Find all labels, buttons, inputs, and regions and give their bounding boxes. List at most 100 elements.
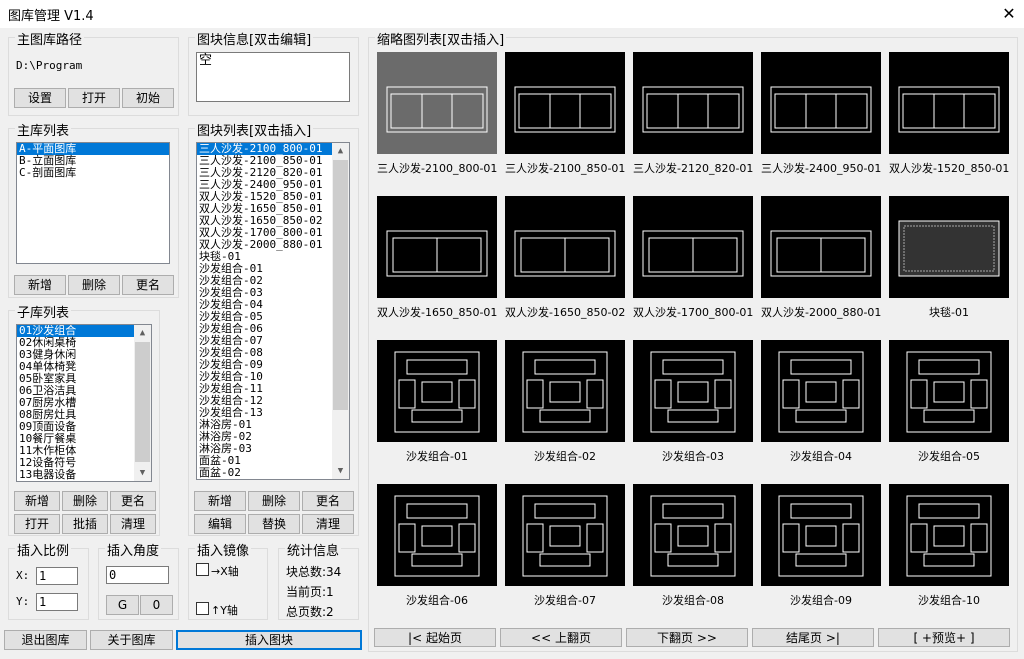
thumbnail-item[interactable]: 双人沙发-1650_850-02 [505,196,625,320]
thumbnail-item[interactable]: 沙发组合-10 [889,484,1009,608]
list-item[interactable]: 面盆-02 [197,467,349,479]
block-add-button[interactable]: 新增 [194,491,246,511]
stats-total-pages: 总页数:2 [286,605,334,619]
next-page-button[interactable]: 下翻页 >> [626,628,748,647]
stats-group: 统计信息 块总数:34 当前页:1 总页数:2 [278,540,359,620]
thumbnail-image[interactable] [633,196,753,298]
thumbnail-image[interactable] [505,52,625,154]
list-item[interactable]: C-剖面图库 [17,167,169,179]
thumbnail-image[interactable] [889,340,1009,442]
set-button[interactable]: 设置 [14,88,66,108]
thumbnail-group: 缩略图列表[双击插入] 三人沙发-2100_800-01 三人沙发-2100_85… [368,29,1018,652]
list-item[interactable]: 13电器设备 [17,469,151,481]
thumbnail-image[interactable] [633,484,753,586]
insert-mirror-group: 插入镜像 →X轴 ↑Y轴 [188,540,268,620]
block-replace-button[interactable]: 替换 [248,514,300,534]
mirror-y-checkbox[interactable] [196,602,209,615]
angle-zero-button[interactable]: 0 [140,595,173,615]
block-clean-button[interactable]: 清理 [302,514,354,534]
thumbnail-item[interactable]: 沙发组合-04 [761,340,881,464]
init-button[interactable]: 初始 [122,88,174,108]
thumbnail-item[interactable]: 沙发组合-05 [889,340,1009,464]
thumbnail-item[interactable]: 三人沙发-2400_950-01 [761,52,881,176]
thumbnail-item[interactable]: 沙发组合-09 [761,484,881,608]
close-icon[interactable]: ✕ [994,0,1024,28]
main-path-value: D:\Program [16,59,83,72]
thumbnail-item[interactable]: 双人沙发-2000_880-01 [761,196,881,320]
thumbnail-image[interactable] [761,52,881,154]
sub-lib-open-button[interactable]: 打开 [14,514,60,534]
insert-scale-group: 插入比例 X: 1 Y: 1 [8,540,89,620]
about-library-button[interactable]: 关于图库 [90,630,173,650]
thumbnail-item[interactable]: 沙发组合-06 [377,484,497,608]
block-rename-button[interactable]: 更名 [302,491,354,511]
first-page-button[interactable]: |< 起始页 [374,628,496,647]
block-list[interactable]: 三人沙发-2100_800-01 三人沙发-2100_850-01 三人沙发-212… [196,142,350,480]
thumbnail-item[interactable]: 双人沙发-1700_800-01 [633,196,753,320]
thumbnail-caption: 沙发组合-05 [918,450,980,463]
window-title: 图库管理 V1.4 [8,9,94,24]
prev-page-button[interactable]: << 上翻页 [500,628,622,647]
exit-library-button[interactable]: 退出图库 [4,630,87,650]
scale-y-input[interactable]: 1 [36,593,78,611]
thumbnail-item[interactable]: 沙发组合-03 [633,340,753,464]
angle-g-button[interactable]: G [106,595,139,615]
thumbnail-image[interactable] [761,340,881,442]
insert-block-button[interactable]: 插入图块 [176,630,362,650]
thumbnail-item[interactable]: 沙发组合-02 [505,340,625,464]
thumbnail-image[interactable] [889,484,1009,586]
thumbnail-image[interactable] [889,196,1009,298]
thumbnail-item[interactable]: 沙发组合-08 [633,484,753,608]
main-lib-group: 主库列表 A-平面图库 B-立面图库 C-剖面图库 新增 删除 更名 [8,120,179,298]
open-button[interactable]: 打开 [68,88,120,108]
sub-lib-rename-button[interactable]: 更名 [110,491,156,511]
mirror-x-checkbox[interactable] [196,563,209,576]
sub-lib-legend: 子库列表 [15,302,72,321]
thumbnail-caption: 沙发组合-02 [534,450,596,463]
thumbnail-image[interactable] [377,52,497,154]
sub-lib-batch-insert-button[interactable]: 批插 [62,514,108,534]
scale-x-label: X: [16,569,30,582]
block-edit-button[interactable]: 编辑 [194,514,246,534]
main-lib-rename-button[interactable]: 更名 [122,275,174,295]
thumbnail-item[interactable]: 三人沙发-2120_820-01 [633,52,753,176]
main-lib-list[interactable]: A-平面图库 B-立面图库 C-剖面图库 [16,142,170,264]
thumbnail-item[interactable]: 沙发组合-07 [505,484,625,608]
thumbnail-item[interactable]: 三人沙发-2100_850-01 [505,52,625,176]
main-lib-delete-button[interactable]: 删除 [68,275,120,295]
thumbnail-caption: 沙发组合-10 [918,594,980,607]
scrollbar[interactable]: ▲ ▼ [134,325,151,481]
block-info-textarea[interactable]: 空 [196,52,350,102]
thumbnail-item[interactable]: 三人沙发-2100_800-01 [377,52,497,176]
thumbnail-caption: 沙发组合-07 [534,594,596,607]
scale-x-input[interactable]: 1 [36,567,78,585]
thumbnail-caption: 沙发组合-08 [662,594,724,607]
thumbnail-image[interactable] [761,196,881,298]
sub-lib-delete-button[interactable]: 删除 [62,491,108,511]
thumbnail-item[interactable]: 沙发组合-01 [377,340,497,464]
thumbnail-item[interactable]: 双人沙发-1650_850-01 [377,196,497,320]
thumbnail-image[interactable] [633,52,753,154]
thumbnail-image[interactable] [633,340,753,442]
preview-button[interactable]: [ +预览+ ] [878,628,1010,647]
thumbnail-image[interactable] [505,196,625,298]
angle-input[interactable]: 0 [106,566,169,584]
thumbnail-item[interactable]: 块毯-01 [889,196,1009,320]
scrollbar[interactable]: ▲ ▼ [332,143,349,479]
thumbnail-image[interactable] [889,52,1009,154]
thumbnail-caption: 双人沙发-1700_800-01 [633,306,754,319]
thumbnail-image[interactable] [377,484,497,586]
thumbnail-item[interactable]: 双人沙发-1520_850-01 [889,52,1009,176]
thumbnail-image[interactable] [505,484,625,586]
sub-lib-clean-button[interactable]: 清理 [110,514,156,534]
main-lib-add-button[interactable]: 新增 [14,275,66,295]
sub-lib-add-button[interactable]: 新增 [14,491,60,511]
thumbnail-image[interactable] [761,484,881,586]
block-list-group: 图块列表[双击插入] 三人沙发-2100_800-01 三人沙发-2100_850… [188,120,359,536]
block-delete-button[interactable]: 删除 [248,491,300,511]
thumbnail-image[interactable] [505,340,625,442]
last-page-button[interactable]: 结尾页 >| [752,628,874,647]
thumbnail-image[interactable] [377,340,497,442]
thumbnail-image[interactable] [377,196,497,298]
sub-lib-list[interactable]: 01沙发组合 02休闲桌椅 03健身休闲 04单体椅凳 05卧室家具 06卫浴洁具 07厨房… [16,324,152,482]
